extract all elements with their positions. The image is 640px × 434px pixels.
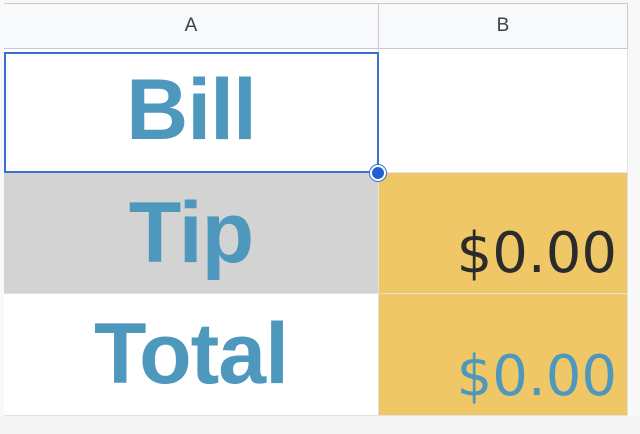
fill-handle[interactable] xyxy=(370,165,386,181)
cell-a3-total-label[interactable]: Total xyxy=(4,294,379,416)
column-header-b[interactable]: B xyxy=(379,3,628,49)
grid-right-margin xyxy=(628,3,640,416)
cell-a2-tip-label[interactable]: Tip xyxy=(4,173,379,294)
column-header-a[interactable]: A xyxy=(4,3,379,49)
cell-b1-bill-value[interactable] xyxy=(379,49,628,173)
cell-a1-bill-label[interactable]: Bill xyxy=(4,49,379,173)
cell-b3-total-value[interactable]: $0.00 xyxy=(379,294,628,416)
spreadsheet-grid: A B Bill Tip $0.00 Total $0.00 xyxy=(0,0,640,434)
grid-bottom-margin xyxy=(0,416,640,434)
cell-b2-tip-value[interactable]: $0.00 xyxy=(379,173,628,294)
